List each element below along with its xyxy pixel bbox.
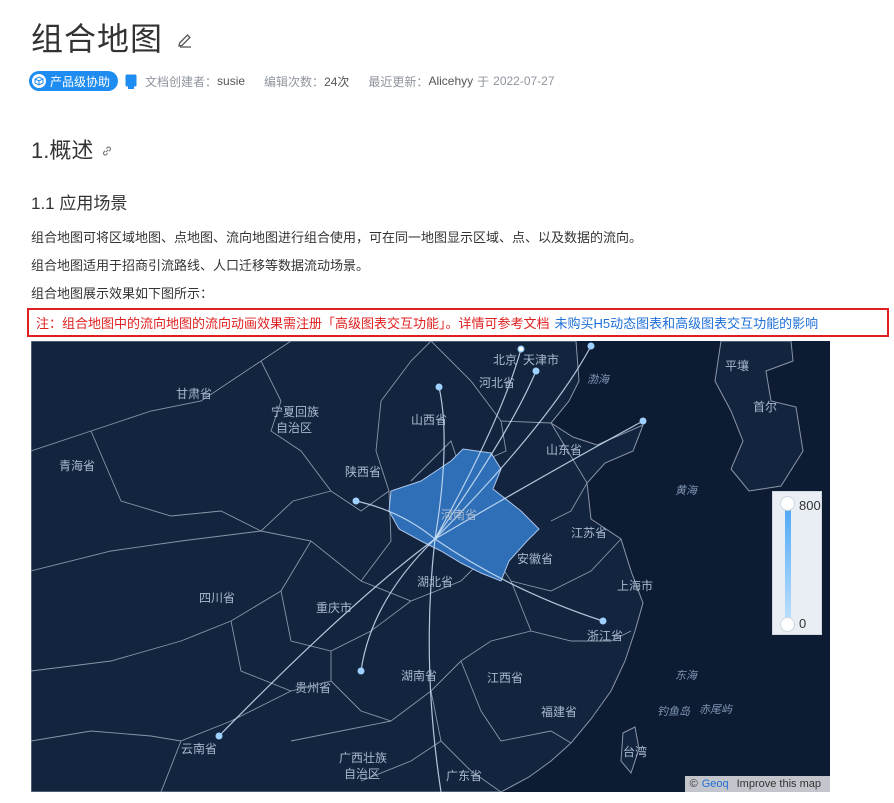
combo-map[interactable]: 北京 天津市 河北省 甘肃省 宁夏回族 自治区 山西省 山东省 青海省 陕西省 … [31,341,830,792]
label-yunnan: 云南省 [181,742,218,756]
copyright-symbol: © [689,778,698,790]
label-guangxi-2: 自治区 [344,767,381,781]
updated-on-word: 于 [477,74,490,89]
flow-point [357,667,365,675]
legend-max-handle[interactable] [780,496,795,511]
paragraph-3: 组合地图展示效果如下图所示： [31,286,214,301]
label-yellowsea: 黄海 [675,485,697,497]
cube-icon [32,74,46,88]
flow-point [215,732,223,740]
flow-point [587,342,595,350]
legend-max-label: 800 [799,498,821,513]
creator-name[interactable]: susie [217,74,245,88]
legend-gradient-bar[interactable] [785,503,791,624]
label-hunan: 湖南省 [401,669,438,683]
flow-point [639,417,647,425]
label-shandong: 山东省 [546,443,583,457]
anchor-link-icon[interactable] [101,145,113,157]
label-pyongyang: 平壤 [725,359,750,373]
doc-page: 组合地图 产品级协助 文档创建者： susie 编辑次数： 24次 最近更新： … [0,0,894,803]
note-text: 注：组合地图中的流向地图的流向动画效果需注册「高级图表交互功能」。详情可参考文档 [36,316,550,331]
visual-map-legend[interactable]: 800 0 [772,491,822,635]
label-ningxia-2: 自治区 [276,421,313,435]
label-jiangsu: 江苏省 [571,526,608,540]
creator-label: 文档创建者： [145,74,218,89]
label-bohai: 渤海 [587,374,609,386]
label-beijing: 北京 [493,353,518,367]
flow-point [599,617,607,625]
label-fujian: 福建省 [541,705,578,719]
note-callout: 注：组合地图中的流向地图的流向动画效果需注册「高级图表交互功能」。详情可参考文档… [27,308,889,337]
flow-point [352,497,360,505]
doc-meta: 产品级协助 文档创建者： susie 编辑次数： 24次 最近更新： Alice… [29,71,555,91]
label-guangdong: 广东省 [446,769,483,783]
label-chiwei: 赤尾屿 [699,704,732,716]
legend-min-label: 0 [799,616,807,631]
document-icon [125,74,137,89]
improve-map-link[interactable]: Improve this map [737,778,821,790]
flow-point [532,367,540,375]
edits-count: 24次 [324,74,350,89]
label-guangxi-1: 广西壮族 [339,751,388,765]
paragraph-2: 组合地图适用于招商引流路线、人口迁移等数据流动场景。 [31,258,370,273]
product-assist-badge[interactable]: 产品级协助 [29,71,119,91]
section-heading-overview: 1.概述 [31,133,113,165]
subsection-heading: 1.1 应用场景 [31,194,128,213]
title-row: 组合地图 [31,14,193,60]
label-chongqing: 重庆市 [316,601,353,615]
label-zhejiang: 浙江省 [587,629,624,643]
map-attribution: © Geoq Improve this map [684,776,830,792]
label-hebei: 河北省 [479,376,516,390]
geoq-link[interactable]: Geoq [702,778,729,790]
label-gansu: 甘肃省 [176,387,213,401]
label-tianjin: 天津市 [523,353,560,367]
badge-label: 产品级协助 [50,74,111,89]
label-anhui: 安徽省 [517,552,554,566]
label-ningxia-1: 宁夏回族 [271,405,320,419]
label-diaoyu: 钓鱼岛 [657,706,690,718]
label-shanxi: 山西省 [411,413,448,427]
map-canvas[interactable] [31,341,830,792]
label-eastsea: 东海 [675,670,697,682]
label-qinghai: 青海省 [59,459,96,473]
edit-icon[interactable] [177,32,193,48]
label-shaanxi: 陕西省 [345,465,382,479]
label-jiangxi: 江西省 [487,671,524,685]
edits-label: 编辑次数： [264,74,325,89]
label-shanghai: 上海市 [617,579,654,593]
updated-by[interactable]: Alicehyy [428,74,473,88]
legend-min-handle[interactable] [780,617,795,632]
label-taiwan: 台湾 [623,745,648,759]
updated-date: 2022-07-27 [493,74,555,88]
label-guizhou: 贵州省 [295,681,332,695]
note-doc-link[interactable]: 未购买H5动态图表和高级图表交互功能的影响 [555,313,819,332]
label-henan: 河南省 [441,508,478,522]
label-hubei: 湖北省 [417,575,454,589]
paragraph-1: 组合地图可将区域地图、点地图、流向地图进行组合使用，可在同一地图显示区域、点、以… [31,230,643,245]
section-heading-text: 1.概述 [31,138,94,163]
flow-point [435,383,443,391]
label-sichuan: 四川省 [199,591,236,605]
updated-label: 最近更新： [368,74,429,89]
label-seoul: 首尔 [753,400,778,414]
page-title: 组合地图 [31,21,164,57]
